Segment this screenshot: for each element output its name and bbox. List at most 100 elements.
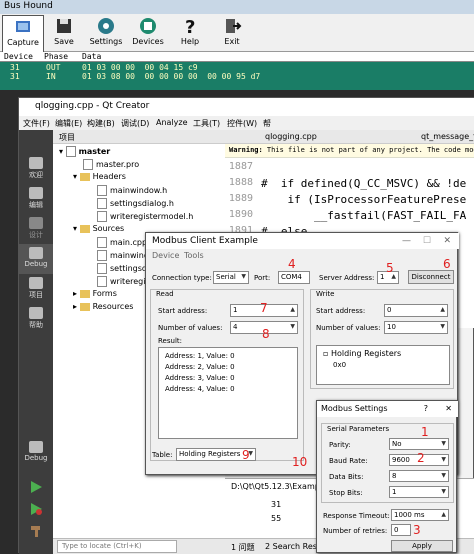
devices-label: Devices — [132, 37, 164, 46]
chevron-down-icon: ▼ — [290, 323, 295, 330]
editor-tab-symbol[interactable]: qt_message_fat — [421, 132, 474, 141]
disconnect-button[interactable]: Disconnect — [408, 270, 454, 284]
mode-edit[interactable]: 编辑 — [19, 184, 53, 214]
menu-file[interactable]: 文件(F) — [23, 118, 50, 129]
menu-build[interactable]: 构建(B) — [87, 118, 115, 129]
list-item[interactable]: Address: 1, Value: 0 — [165, 352, 291, 360]
mode-projects[interactable]: 项目 — [19, 274, 53, 304]
read-start-label: Start address: — [158, 307, 208, 315]
locator-input[interactable]: Type to locate (Ctrl+K) — [57, 540, 177, 553]
result-list[interactable]: Address: 1, Value: 0 Address: 2, Value: … — [158, 347, 298, 439]
connection-type-select[interactable]: Serial ▼ — [213, 271, 249, 284]
stop-bits-label: Stop Bits: — [329, 489, 363, 497]
apply-button[interactable]: Apply — [391, 540, 453, 552]
tree-root[interactable]: ▾ master — [59, 146, 110, 157]
mode-design[interactable]: 设计 — [19, 214, 53, 244]
menu-widgets[interactable]: 控件(W) — [227, 118, 257, 129]
list-item[interactable]: Address: 4, Value: 0 — [165, 385, 291, 393]
menu-device[interactable]: Device — [152, 251, 179, 260]
parity-select[interactable]: No ▼ — [389, 438, 449, 450]
menu-edit[interactable]: 编辑(E) — [55, 118, 82, 129]
tree-item[interactable]: mainwindow.h — [97, 185, 167, 196]
tree-item[interactable]: settingsdialog.h — [97, 198, 174, 209]
table-row[interactable]: 0x0 — [323, 361, 443, 369]
file-icon — [83, 159, 93, 170]
retries-spin[interactable]: 0 — [391, 524, 411, 536]
tree-item[interactable]: main.cpp — [97, 237, 147, 248]
list-item[interactable]: Address: 2, Value: 0 — [165, 363, 291, 371]
capture-table-body[interactable]: 31 OUT 01 03 00 00 00 04 15 c9 31 IN 01 … — [0, 62, 474, 90]
maximize-icon[interactable]: ☐ — [423, 236, 431, 246]
tree-folder-headers[interactable]: ▾ Headers — [73, 172, 126, 181]
mode-debug[interactable]: Debug — [19, 244, 53, 274]
settings-button[interactable]: Settings — [86, 15, 126, 51]
chevron-down-icon: ▼ — [441, 472, 446, 479]
result-line[interactable]: 31 — [271, 500, 281, 509]
data-bits-label: Data Bits: — [329, 473, 364, 481]
file-icon — [97, 185, 107, 196]
annotation-7: 7 — [260, 301, 268, 315]
result-line[interactable]: 55 — [271, 514, 281, 523]
port-input[interactable]: COM4 — [278, 271, 310, 284]
modbus-settings-dialog: Modbus Settings ? ✕ Serial Parameters Pa… — [316, 400, 458, 553]
output-tab-issues[interactable]: 1 问题 — [231, 542, 255, 553]
read-group-title: Read — [156, 290, 174, 298]
mode-welcome[interactable]: 欢迎 — [19, 154, 53, 184]
save-button[interactable]: Save — [44, 15, 84, 51]
close-icon[interactable]: ✕ — [443, 236, 451, 246]
tree-item[interactable]: master.pro — [83, 159, 139, 170]
run-icon[interactable] — [29, 480, 43, 494]
exit-button[interactable]: Exit — [212, 15, 252, 51]
tree-item[interactable]: writeregistermodel.h — [97, 211, 193, 222]
chevron-down-icon: ▼ — [441, 488, 446, 495]
menu-tools[interactable]: Tools — [184, 251, 204, 260]
parity-label: Parity: — [329, 441, 351, 449]
file-icon — [97, 263, 107, 274]
table-row[interactable]: 31 IN 01 03 08 00 00 00 00 00 00 00 95 d… — [0, 72, 474, 81]
file-icon — [97, 211, 107, 222]
close-icon[interactable]: ✕ — [445, 404, 452, 413]
file-icon — [97, 237, 107, 248]
mode-help[interactable]: 帮助 — [19, 304, 53, 334]
devices-button[interactable]: Devices — [128, 15, 168, 51]
tree-item[interactable]: mainwind — [97, 250, 149, 261]
exit-icon — [226, 19, 242, 33]
result-path[interactable]: D:\Qt\Qt5.12.3\Examp — [231, 482, 320, 491]
debug-run-icon[interactable] — [29, 502, 43, 516]
help-button[interactable]: ? Help — [170, 15, 210, 51]
tree-folder-forms[interactable]: ▸ Forms — [73, 289, 117, 298]
grid-icon — [29, 157, 43, 169]
help-icon — [29, 307, 43, 319]
editor-tab-qlogging[interactable]: qlogging.cpp — [265, 132, 317, 141]
write-count-select[interactable]: 10 ▼ — [384, 321, 448, 334]
annotation-3: 3 — [413, 523, 421, 537]
tree-folder-sources[interactable]: ▾ Sources — [73, 224, 124, 233]
annotation-6: 6 — [443, 257, 451, 271]
hammer-icon[interactable] — [29, 524, 43, 538]
connection-type-label: Connection type: — [152, 274, 212, 282]
write-start-spin[interactable]: 0 ▲ — [384, 304, 448, 317]
minimize-icon[interactable]: — — [402, 236, 411, 246]
gear-icon — [98, 18, 114, 34]
menu-tools[interactable]: 工具(T) — [193, 118, 220, 129]
annotation-10: 10 — [292, 455, 308, 469]
response-timeout-spin[interactable]: 1000 ms ▲ — [391, 509, 449, 521]
kit-selector[interactable]: Debug — [19, 438, 53, 468]
help-icon[interactable]: ? — [424, 404, 428, 413]
annotation-8: 8 — [262, 327, 270, 341]
menu-analyze[interactable]: Analyze — [156, 118, 188, 127]
editor-warning-bar: Warning: This file is not part of any pr… — [225, 144, 474, 158]
tree-item[interactable]: settingsdi — [97, 263, 149, 274]
capture-button[interactable]: Capture — [2, 15, 44, 53]
menu-help[interactable]: 帮 — [263, 118, 271, 129]
table-row[interactable]: 31 OUT 01 03 00 00 00 04 15 c9 — [0, 63, 474, 72]
chevron-down-icon: ▼ — [441, 456, 446, 463]
data-bits-select[interactable]: 8 ▼ — [389, 470, 449, 482]
document-icon — [29, 187, 43, 199]
tree-folder-resources[interactable]: ▸ Resources — [73, 302, 133, 311]
stop-bits-select[interactable]: 1 ▼ — [389, 486, 449, 498]
list-item[interactable]: Address: 3, Value: 0 — [165, 374, 291, 382]
menu-debug[interactable]: 调试(D) — [121, 118, 149, 129]
write-table[interactable]: ▫ Holding Registers 0x0 — [316, 345, 450, 385]
capture-icon — [16, 21, 30, 32]
